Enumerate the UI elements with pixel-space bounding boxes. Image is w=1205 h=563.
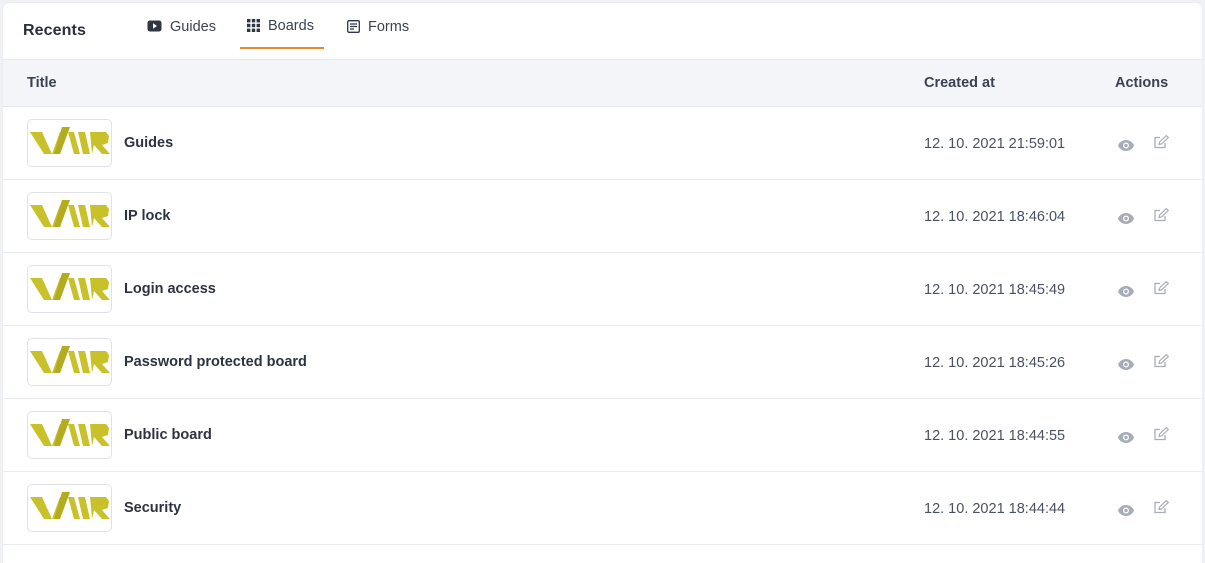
edit-icon[interactable] [1154,280,1170,300]
board-thumbnail [27,411,112,459]
table-row[interactable]: Guides 12. 10. 2021 21:59:01 [3,107,1202,180]
tab-guides[interactable]: Guides [140,3,223,49]
eye-icon[interactable] [1118,430,1134,448]
row-title[interactable]: IP lock [124,208,170,224]
logo-icon [29,270,110,309]
eye-icon[interactable] [1118,284,1134,302]
eye-icon[interactable] [1118,138,1134,156]
row-title[interactable]: Public board [124,427,212,443]
row-created-at: 12. 10. 2021 18:44:44 [924,501,1066,517]
table-body: Guides 12. 10. 2021 21:59:01 IP lock 12.… [3,107,1202,545]
logo-icon [29,489,110,528]
video-icon [147,20,162,32]
row-created-at: 12. 10. 2021 18:45:49 [924,282,1066,298]
edit-icon[interactable] [1154,499,1170,519]
tab-boards[interactable]: Boards [240,3,324,49]
board-thumbnail [27,119,112,167]
board-thumbnail [27,484,112,532]
logo-icon [29,343,110,382]
eye-icon[interactable] [1118,211,1134,229]
table-row[interactable]: Public board 12. 10. 2021 18:44:55 [3,399,1202,472]
edit-icon[interactable] [1154,134,1170,154]
table-row[interactable]: Password protected board 12. 10. 2021 18… [3,326,1202,399]
tab-label: Boards [268,17,314,34]
board-thumbnail [27,265,112,313]
column-title: Title [27,75,57,91]
row-created-at: 12. 10. 2021 21:59:01 [924,136,1066,152]
card-header: Recents Guides Boards Forms [3,3,1202,60]
table-row[interactable]: Login access 12. 10. 2021 18:45:49 [3,253,1202,326]
eye-icon[interactable] [1118,503,1134,521]
row-created-at: 12. 10. 2021 18:46:04 [924,209,1066,225]
recents-title: Recents [23,22,86,39]
logo-icon [29,124,110,163]
tab-label: Guides [170,18,216,35]
row-title[interactable]: Login access [124,281,216,297]
eye-icon[interactable] [1118,357,1134,375]
recents-card: Recents Guides Boards Forms Title Create… [3,3,1202,563]
table-header: Title Created at Actions [3,60,1202,107]
board-thumbnail [27,338,112,386]
edit-icon[interactable] [1154,426,1170,446]
row-created-at: 12. 10. 2021 18:44:55 [924,428,1066,444]
edit-icon[interactable] [1154,353,1170,373]
row-title[interactable]: Security [124,500,181,516]
logo-icon [29,197,110,236]
board-thumbnail [27,192,112,240]
column-actions: Actions [1115,75,1169,91]
table-row[interactable]: Security 12. 10. 2021 18:44:44 [3,472,1202,545]
column-created-at: Created at [924,75,995,91]
row-title[interactable]: Password protected board [124,354,307,370]
form-icon [347,19,360,33]
row-created-at: 12. 10. 2021 18:45:26 [924,355,1066,371]
tab-forms[interactable]: Forms [340,3,416,49]
edit-icon[interactable] [1154,207,1170,227]
table-row[interactable]: IP lock 12. 10. 2021 18:46:04 [3,180,1202,253]
row-title[interactable]: Guides [124,135,173,151]
logo-icon [29,416,110,455]
tab-label: Forms [368,18,410,35]
grid-icon [247,18,260,32]
